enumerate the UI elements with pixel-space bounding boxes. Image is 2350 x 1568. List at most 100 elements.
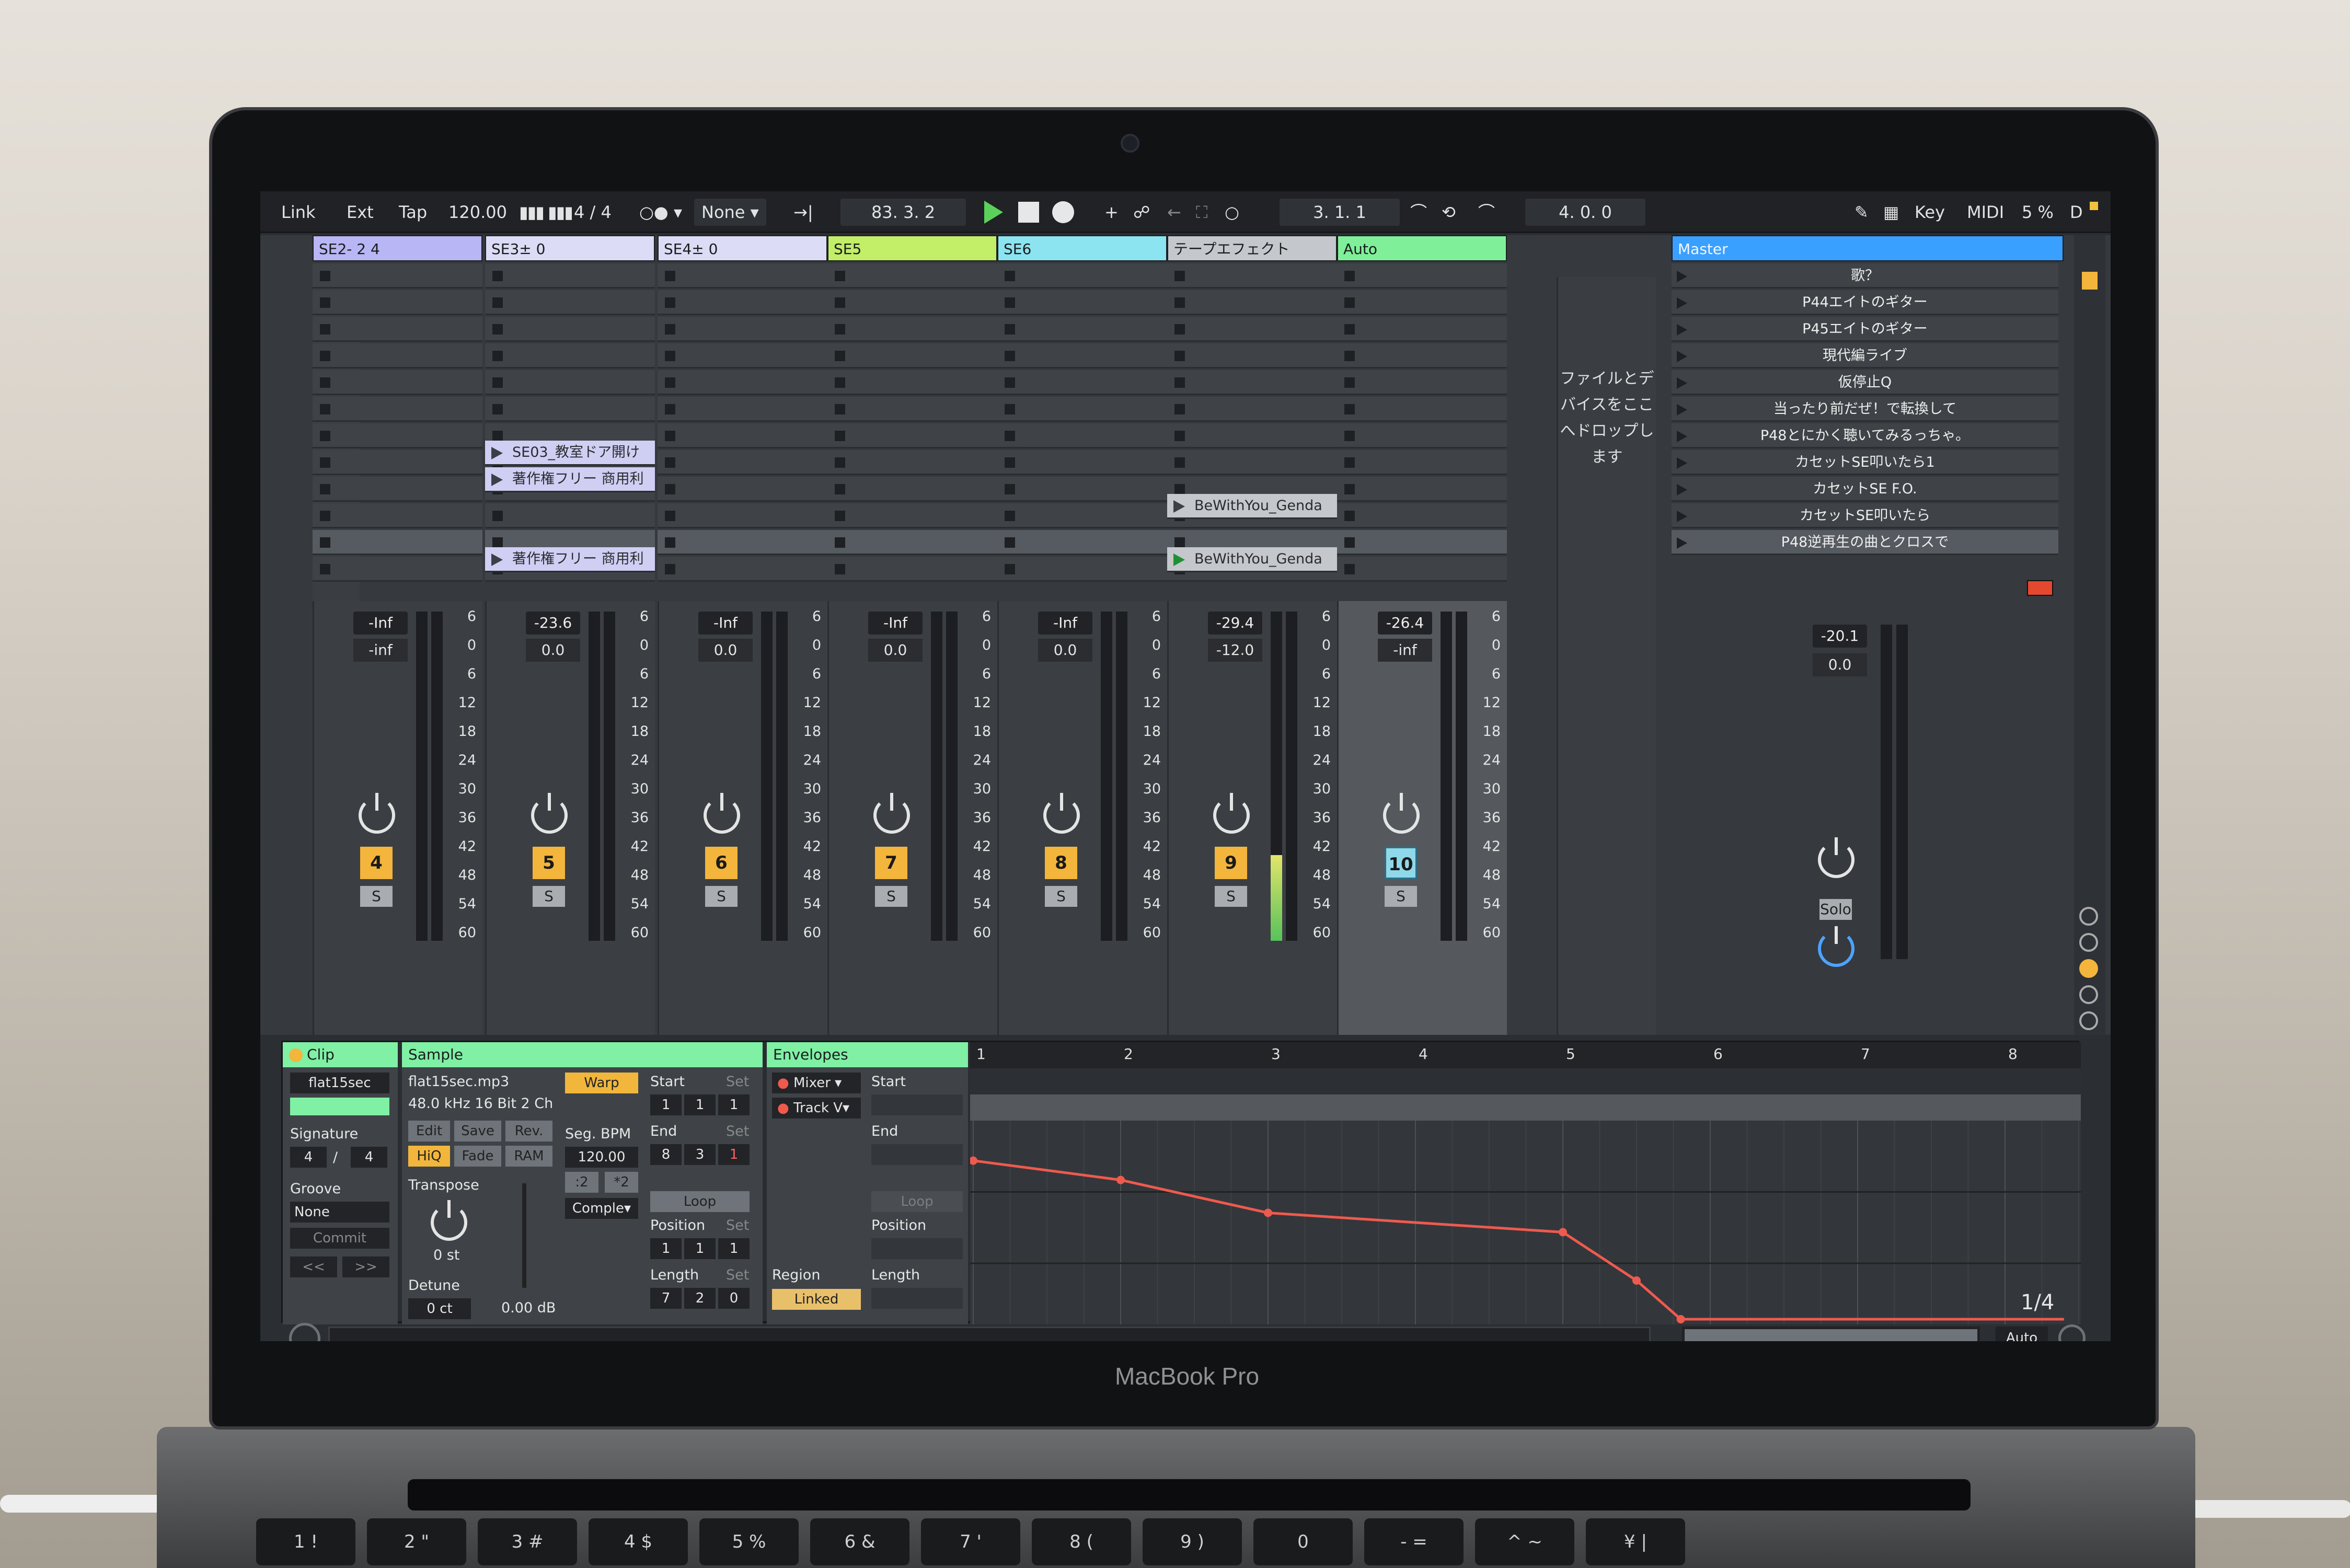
- track-header[interactable]: SE5: [827, 235, 997, 261]
- track-activator-button[interactable]: 6: [705, 847, 738, 879]
- clip-slot[interactable]: [485, 343, 655, 368]
- clip-slot[interactable]: [485, 317, 655, 342]
- io-toggle-icon[interactable]: [2082, 272, 2098, 290]
- clip-slot[interactable]: [485, 397, 655, 422]
- clip-slot[interactable]: [997, 263, 1167, 289]
- track-activator-button[interactable]: 10: [1385, 847, 1417, 879]
- envelope-editor[interactable]: 1 2 3 4 5 6 7 8 1/4: [970, 1042, 2081, 1324]
- clip-activator-icon[interactable]: [289, 1048, 303, 1062]
- loop-brace-lane[interactable]: [970, 1068, 2081, 1094]
- clip-slot[interactable]: [313, 557, 482, 582]
- clip-slot[interactable]: [827, 503, 997, 528]
- scene-launch-icon[interactable]: [1677, 457, 1687, 469]
- clip-stop-icon[interactable]: [492, 404, 503, 414]
- pan-knob[interactable]: [1213, 793, 1250, 834]
- env-start-field[interactable]: [871, 1094, 963, 1115]
- clip-stop-icon[interactable]: [835, 271, 845, 281]
- clip-stop-icon[interactable]: [1174, 457, 1185, 468]
- clip-slot[interactable]: [827, 477, 997, 502]
- clip-stop-icon[interactable]: [1344, 324, 1355, 335]
- clip-slot[interactable]: [827, 423, 997, 448]
- clip-slot[interactable]: [1167, 370, 1337, 395]
- track-pan-readout[interactable]: 0.0: [526, 639, 580, 662]
- end-beat[interactable]: 3: [684, 1144, 716, 1165]
- scene-launch-icon[interactable]: [1677, 377, 1687, 389]
- end-sixteenth[interactable]: 1: [718, 1144, 750, 1165]
- start-beat[interactable]: 1: [684, 1094, 716, 1115]
- clip-slot[interactable]: [313, 370, 482, 395]
- clip-header[interactable]: Clip: [283, 1042, 398, 1067]
- clip[interactable]: 著作権フリー 商用利: [485, 547, 655, 572]
- clip-stop-icon[interactable]: [1344, 377, 1355, 388]
- clip-slot[interactable]: [997, 343, 1167, 368]
- start-sixteenth[interactable]: 1: [718, 1094, 750, 1115]
- clip[interactable]: BeWithYou_Genda: [1167, 494, 1337, 519]
- automation-arm-icon[interactable]: ☍: [1133, 199, 1150, 226]
- detail-toggle-icon[interactable]: [289, 1323, 320, 1341]
- track-activator-button[interactable]: 9: [1215, 847, 1247, 879]
- scene-launch-icon[interactable]: [1677, 484, 1687, 495]
- clip-slot[interactable]: [313, 503, 482, 528]
- clip-stop-icon[interactable]: [320, 271, 330, 281]
- clip-stop-icon[interactable]: [320, 297, 330, 308]
- time-signature-field[interactable]: 4 / 4: [574, 199, 612, 226]
- clip-stop-icon[interactable]: [1174, 377, 1185, 388]
- pan-knob[interactable]: [1383, 793, 1420, 834]
- clip-slot[interactable]: [1167, 397, 1337, 422]
- track-pan-readout[interactable]: -inf: [1378, 639, 1432, 662]
- clip-stop-icon[interactable]: [1344, 564, 1355, 574]
- clip-slot[interactable]: [313, 343, 482, 368]
- clip-slot[interactable]: [827, 290, 997, 315]
- clip-stop-icon[interactable]: [665, 297, 675, 308]
- clip-slot[interactable]: [313, 397, 482, 422]
- clip-slot[interactable]: [1167, 290, 1337, 315]
- clip-slot[interactable]: [485, 263, 655, 289]
- clip-launch-icon[interactable]: [491, 474, 503, 486]
- gain-slider[interactable]: [522, 1183, 526, 1288]
- track-pan-readout[interactable]: -inf: [353, 639, 408, 662]
- clip-stop-icon[interactable]: [665, 511, 675, 521]
- track-solo-button[interactable]: S: [705, 886, 738, 907]
- double-tempo-button[interactable]: *2: [605, 1172, 638, 1193]
- clip-stop-icon[interactable]: [1344, 271, 1355, 281]
- pan-knob[interactable]: [1043, 793, 1080, 834]
- clip-slot[interactable]: [1337, 290, 1507, 315]
- track-activator-button[interactable]: 4: [360, 847, 393, 879]
- overdub-icon[interactable]: +: [1104, 199, 1119, 226]
- clip-stop-icon[interactable]: [835, 431, 845, 441]
- clip-stop-icon[interactable]: [835, 297, 845, 308]
- reverse-button[interactable]: Rev.: [505, 1121, 552, 1142]
- clip-stop-icon[interactable]: [492, 297, 503, 308]
- clip-stop-icon[interactable]: [665, 271, 675, 281]
- clip-slot[interactable]: [658, 343, 827, 368]
- clip-slot[interactable]: [485, 290, 655, 315]
- scene-launch-row[interactable]: 当ったり前だぜ！で転換して: [1672, 397, 2058, 422]
- clip-slot[interactable]: [1167, 263, 1337, 289]
- clip-slot[interactable]: [827, 343, 997, 368]
- bar-ruler[interactable]: 1 2 3 4 5 6 7 8: [970, 1042, 2081, 1068]
- close-icon[interactable]: [2079, 1011, 2098, 1030]
- track-volume-readout[interactable]: -Inf: [353, 612, 408, 635]
- clip-stop-icon[interactable]: [665, 351, 675, 361]
- clip-slot[interactable]: [313, 290, 482, 315]
- seg-bpm-field[interactable]: 120.00: [565, 1147, 638, 1168]
- clip-slot[interactable]: [1337, 503, 1507, 528]
- clip-stop-icon[interactable]: [665, 484, 675, 494]
- clip-slot[interactable]: [827, 530, 997, 555]
- linked-button[interactable]: Linked: [772, 1289, 861, 1310]
- clip-stop-icon[interactable]: [835, 404, 845, 414]
- clip-stop-icon[interactable]: [492, 431, 503, 441]
- clip-stop-icon[interactable]: [1174, 537, 1185, 548]
- clip-slot[interactable]: [658, 503, 827, 528]
- scene-launch-row[interactable]: P48とにかく聴いてみるっちゃ。: [1672, 423, 2058, 448]
- clip-stop-icon[interactable]: [665, 431, 675, 441]
- track-header[interactable]: SE2- 2 4: [313, 235, 482, 261]
- tap-tempo-button[interactable]: Tap: [399, 199, 427, 226]
- env-loop-button[interactable]: Loop: [871, 1191, 963, 1212]
- clip-stop-icon[interactable]: [1174, 271, 1185, 281]
- start-marker-lane[interactable]: [970, 1094, 2081, 1121]
- loop-start-field[interactable]: 3. 1. 1: [1280, 199, 1400, 226]
- clip-slot[interactable]: [313, 530, 482, 555]
- record-icon[interactable]: [1052, 201, 1074, 223]
- quantize-dropdown[interactable]: None ▾: [694, 199, 766, 226]
